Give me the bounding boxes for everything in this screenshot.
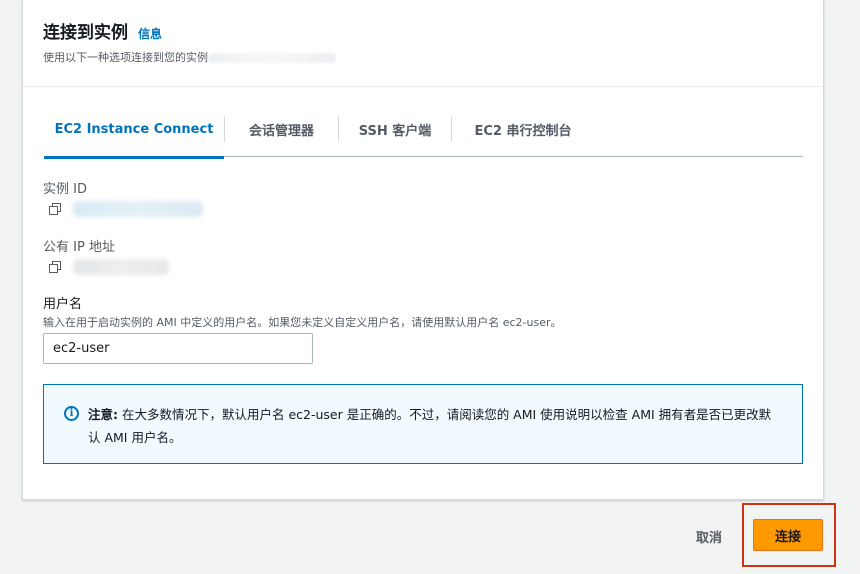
panel-description-text: 使用以下一种选项连接到您的实例	[43, 51, 208, 64]
tab-ec2-serial-console[interactable]: EC2 串行控制台	[452, 102, 594, 157]
connection-tabs: EC2 Instance Connect 会话管理器 SSH 客户端 EC2 串…	[44, 102, 803, 159]
info-circle-icon: i	[64, 406, 79, 421]
title-row: 连接到实例 信息	[43, 18, 803, 43]
alert-prefix: 注意:	[88, 407, 118, 422]
instance-id-row	[47, 201, 203, 217]
instance-id-label: 实例 ID	[43, 182, 87, 197]
cancel-button[interactable]: 取消	[683, 519, 735, 553]
tab-session-manager[interactable]: 会话管理器	[225, 102, 338, 157]
panel-description: 使用以下一种选项连接到您的实例	[43, 49, 803, 65]
public-ip-label: 公有 IP 地址	[43, 240, 115, 255]
panel-header: 连接到实例 信息 使用以下一种选项连接到您的实例	[23, 0, 823, 87]
tab-ec2-instance-connect[interactable]: EC2 Instance Connect	[44, 102, 224, 159]
connect-panel: 连接到实例 信息 使用以下一种选项连接到您的实例 EC2 Instance Co…	[22, 0, 824, 500]
copy-icon[interactable]	[47, 201, 63, 217]
username-input[interactable]	[43, 333, 313, 364]
alert-message: 在大多数情况下，默认用户名 ec2-user 是正确的。不过，请阅读您的 AMI…	[88, 407, 772, 445]
page-title: 连接到实例	[43, 23, 128, 43]
tab-ssh-client[interactable]: SSH 客户端	[339, 102, 451, 157]
redacted-public-ip-value	[73, 259, 169, 275]
public-ip-row	[47, 259, 169, 275]
info-alert: i 注意: 在大多数情况下，默认用户名 ec2-user 是正确的。不过，请阅读…	[43, 384, 803, 464]
username-hint: 输入在用于启动实例的 AMI 中定义的用户名。如果您未定义自定义用户名，请使用默…	[43, 316, 562, 329]
username-label: 用户名	[43, 297, 83, 312]
info-link[interactable]: 信息	[138, 25, 162, 42]
redacted-instance-id	[208, 53, 336, 63]
copy-icon[interactable]	[47, 259, 63, 275]
connect-button[interactable]: 连接	[753, 519, 823, 551]
redacted-instance-id-value	[73, 201, 203, 217]
